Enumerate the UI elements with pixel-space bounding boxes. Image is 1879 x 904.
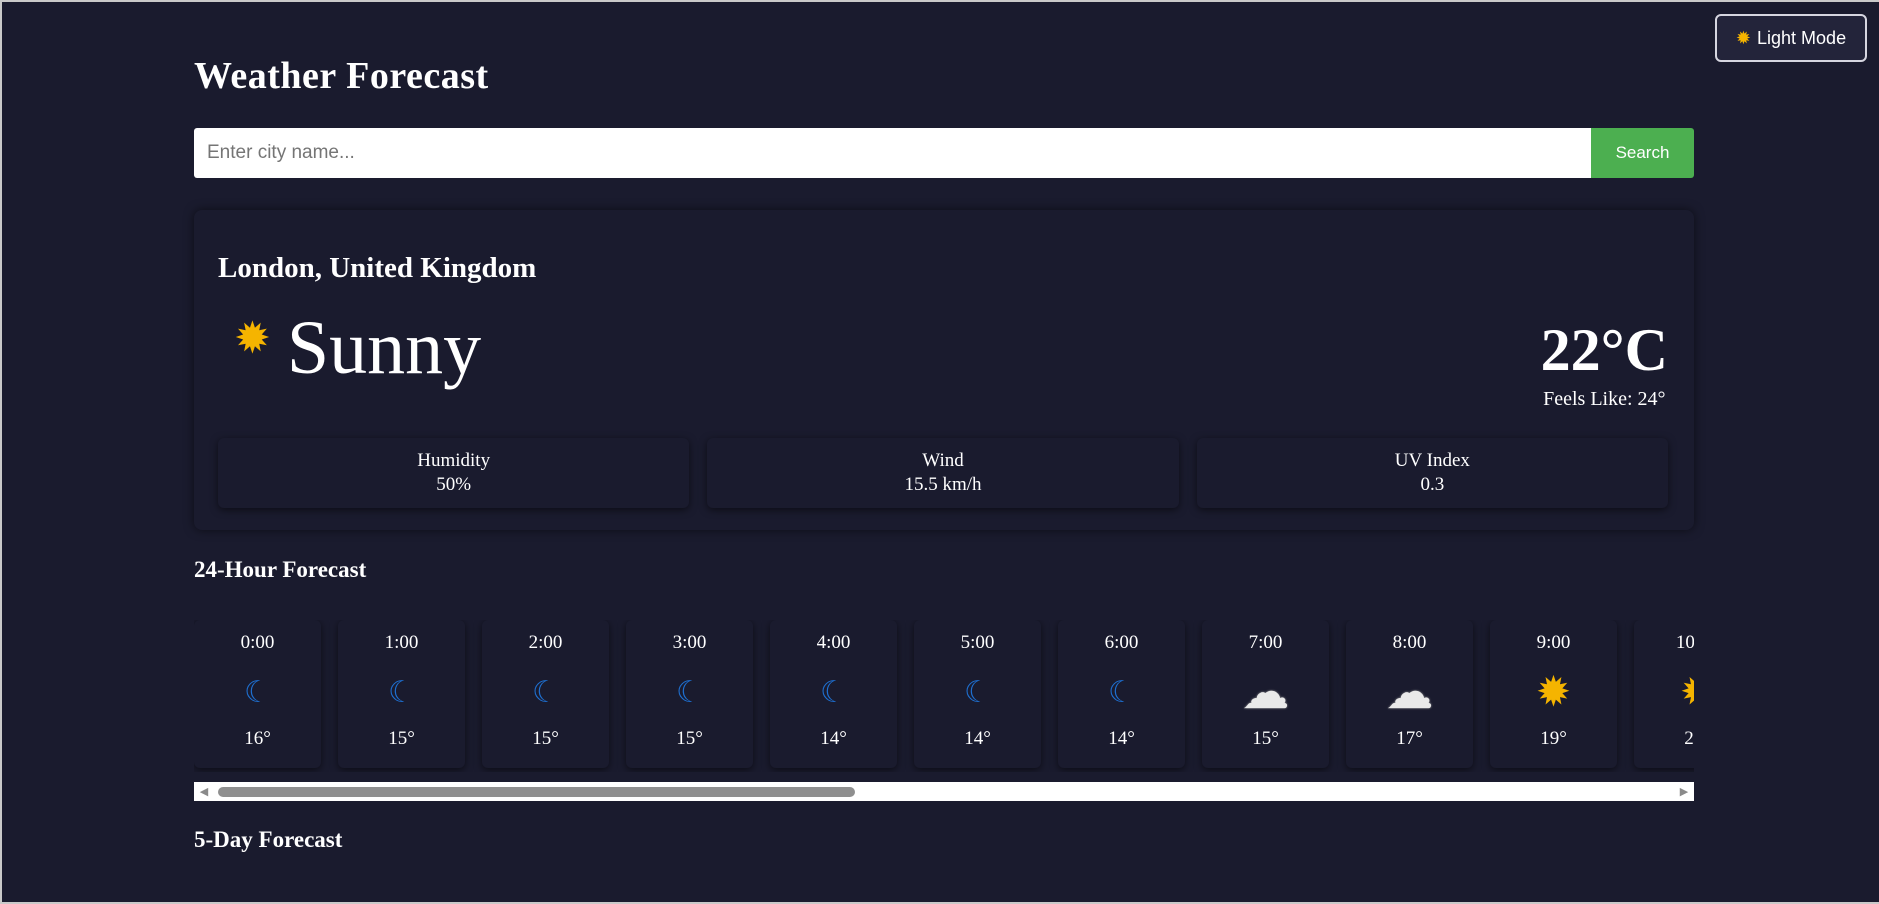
hour-time: 10:00 <box>1675 632 1694 653</box>
moon-icon: ☾ <box>244 675 271 709</box>
light-mode-toggle-button[interactable]: ✹ Light Mode <box>1715 14 1867 62</box>
temperature-display: 22°C Feels Like: 24° <box>1541 320 1668 411</box>
hour-card: 9:00 ✹ 19° <box>1490 620 1617 768</box>
scrollbar-thumb[interactable] <box>218 787 855 797</box>
scrollbar-track[interactable] <box>214 782 1674 801</box>
hour-card: 5:00 ☾ 14° <box>914 620 1041 768</box>
humidity-stat: Humidity 50% <box>218 438 690 508</box>
location-name: London, United Kingdom <box>218 252 537 284</box>
current-temperature: 22°C <box>1540 317 1668 383</box>
stat-label: Humidity <box>417 450 491 472</box>
hour-temp: 15° <box>1252 728 1279 749</box>
hour-time: 9:00 <box>1536 632 1571 653</box>
sun-icon: ✹ <box>1535 670 1572 716</box>
hour-card: 4:00 ☾ 14° <box>770 620 897 768</box>
moon-icon: ☾ <box>388 675 415 709</box>
moon-icon: ☾ <box>820 675 847 709</box>
hourly-forecast-scroller[interactable]: 0:00 ☾ 16° 1:00 ☾ 15° 2:00 ☾ 15° 3:00 ☾ … <box>194 620 1694 772</box>
sun-icon: ✹ <box>234 313 271 364</box>
hour-time: 2:00 <box>528 632 563 653</box>
daily-forecast-title: 5-Day Forecast <box>194 827 343 852</box>
search-button[interactable]: Search <box>1591 128 1694 178</box>
hour-temp: 17° <box>1396 728 1423 749</box>
hour-card: 0:00 ☾ 16° <box>194 620 321 768</box>
hour-card: 10:00 ✹ 20° <box>1634 620 1694 768</box>
moon-icon: ☾ <box>532 675 559 709</box>
hour-card: 1:00 ☾ 15° <box>338 620 465 768</box>
moon-icon: ☾ <box>676 675 703 709</box>
hour-temp: 16° <box>244 728 271 749</box>
condition-text: Sunny <box>286 306 482 390</box>
condition-display: ✹ Sunny <box>234 310 481 386</box>
hourly-forecast-track: 0:00 ☾ 16° 1:00 ☾ 15° 2:00 ☾ 15° 3:00 ☾ … <box>194 620 1694 768</box>
hour-temp: 14° <box>1108 728 1135 749</box>
stat-value: 0.3 <box>1420 474 1445 495</box>
hour-time: 0:00 <box>240 632 275 653</box>
sun-icon: ✹ <box>1680 666 1694 718</box>
wind-stat: Wind 15.5 km/h <box>707 438 1179 508</box>
hour-temp: 20° <box>1684 728 1694 749</box>
scroll-left-arrow-icon[interactable]: ◀ <box>194 782 214 801</box>
hour-card: 3:00 ☾ 15° <box>626 620 753 768</box>
hour-card: 2:00 ☾ 15° <box>482 620 609 768</box>
city-search-input[interactable] <box>194 128 1591 178</box>
hour-temp: 14° <box>820 728 847 749</box>
hour-temp: 15° <box>388 728 415 749</box>
hour-card: 8:00 ☁ 17° <box>1346 620 1473 768</box>
hour-time: 5:00 <box>960 632 995 653</box>
current-weather-card: London, United Kingdom ✹ Sunny 22°C Feel… <box>194 210 1694 530</box>
cloud-icon: ☁ <box>1385 666 1434 719</box>
hour-temp: 19° <box>1540 728 1567 749</box>
hour-time: 1:00 <box>384 632 419 653</box>
hour-temp: 15° <box>676 728 703 749</box>
moon-icon: ☾ <box>964 675 991 709</box>
hour-temp: 14° <box>964 728 991 749</box>
scroll-right-arrow-icon[interactable]: ▶ <box>1674 782 1694 801</box>
hour-time: 7:00 <box>1248 632 1283 653</box>
hour-time: 4:00 <box>816 632 851 653</box>
light-mode-label: Light Mode <box>1757 27 1847 48</box>
stat-label: Wind <box>922 450 964 472</box>
hour-time: 6:00 <box>1104 632 1139 653</box>
hour-card: 7:00 ☁ 15° <box>1202 620 1329 768</box>
hour-time: 8:00 <box>1392 632 1427 653</box>
search-bar: Search <box>194 128 1694 178</box>
feels-like-text: Feels Like: 24° <box>1543 388 1666 410</box>
hourly-forecast-title: 24-Hour Forecast <box>194 557 367 582</box>
stat-value: 15.5 km/h <box>904 474 982 495</box>
stat-label: UV Index <box>1394 450 1470 472</box>
uv-index-stat: UV Index 0.3 <box>1196 438 1668 508</box>
hour-card: 6:00 ☾ 14° <box>1058 620 1185 768</box>
hour-time: 3:00 <box>672 632 707 653</box>
page-title: Weather Forecast <box>194 55 489 97</box>
sun-icon: ✹ <box>1735 27 1752 48</box>
stat-value: 50% <box>436 474 472 495</box>
weather-stats: Humidity 50% Wind 15.5 km/h UV Index 0.3 <box>218 438 1668 508</box>
cloud-icon: ☁ <box>1241 666 1290 719</box>
moon-icon: ☾ <box>1108 675 1135 709</box>
hourly-scrollbar[interactable]: ◀ ▶ <box>194 782 1694 801</box>
hour-temp: 15° <box>532 728 559 749</box>
